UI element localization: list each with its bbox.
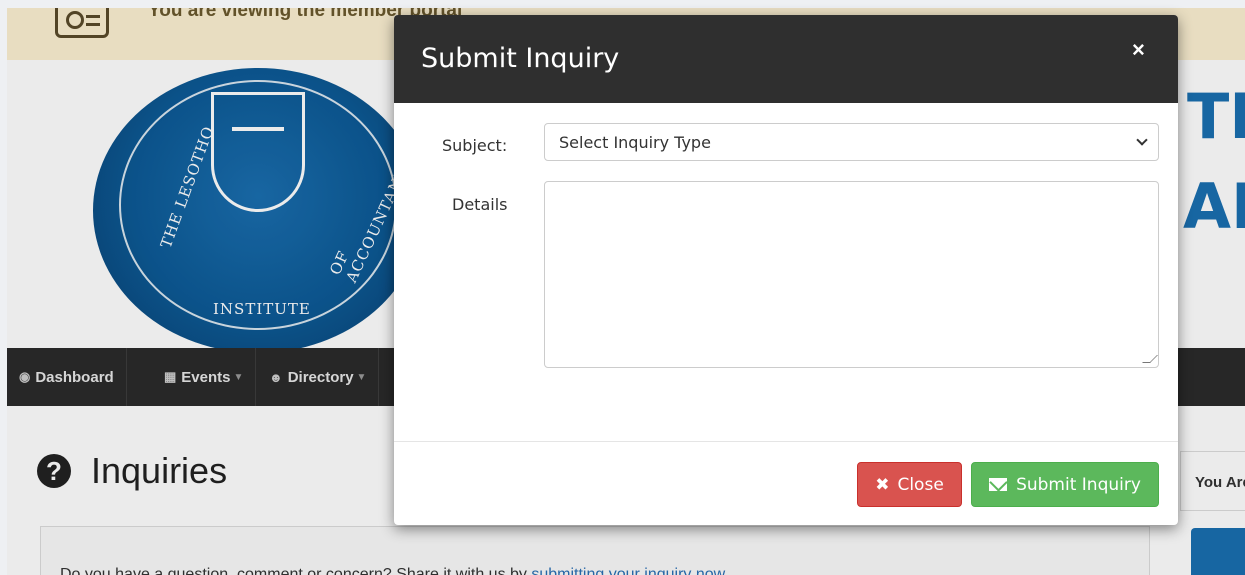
envelope-icon (989, 478, 1008, 491)
modal-header: Submit Inquiry × (394, 15, 1178, 103)
chevron-down-icon (1136, 134, 1148, 146)
inquiry-type-select[interactable]: Select Inquiry Type (544, 123, 1159, 161)
subject-label: Subject: (442, 136, 508, 155)
submit-inquiry-modal: Submit Inquiry × Subject: Select Inquiry… (394, 15, 1178, 525)
modal-footer: ✖ Close Submit Inquiry (394, 441, 1178, 525)
close-button[interactable]: ✖ Close (857, 462, 962, 507)
details-textarea[interactable] (544, 181, 1159, 368)
resize-handle-icon[interactable] (1142, 355, 1158, 363)
details-label: Details (452, 195, 508, 214)
modal-title: Submit Inquiry (421, 43, 620, 74)
select-value: Select Inquiry Type (559, 132, 711, 152)
window-frame-top (0, 0, 1245, 8)
submit-inquiry-button[interactable]: Submit Inquiry (971, 462, 1159, 507)
window-frame-left (0, 0, 7, 575)
submit-button-label: Submit Inquiry (1016, 474, 1141, 495)
close-button-label: Close (897, 474, 944, 495)
x-icon: ✖ (875, 474, 890, 495)
close-icon[interactable]: × (1132, 37, 1145, 63)
